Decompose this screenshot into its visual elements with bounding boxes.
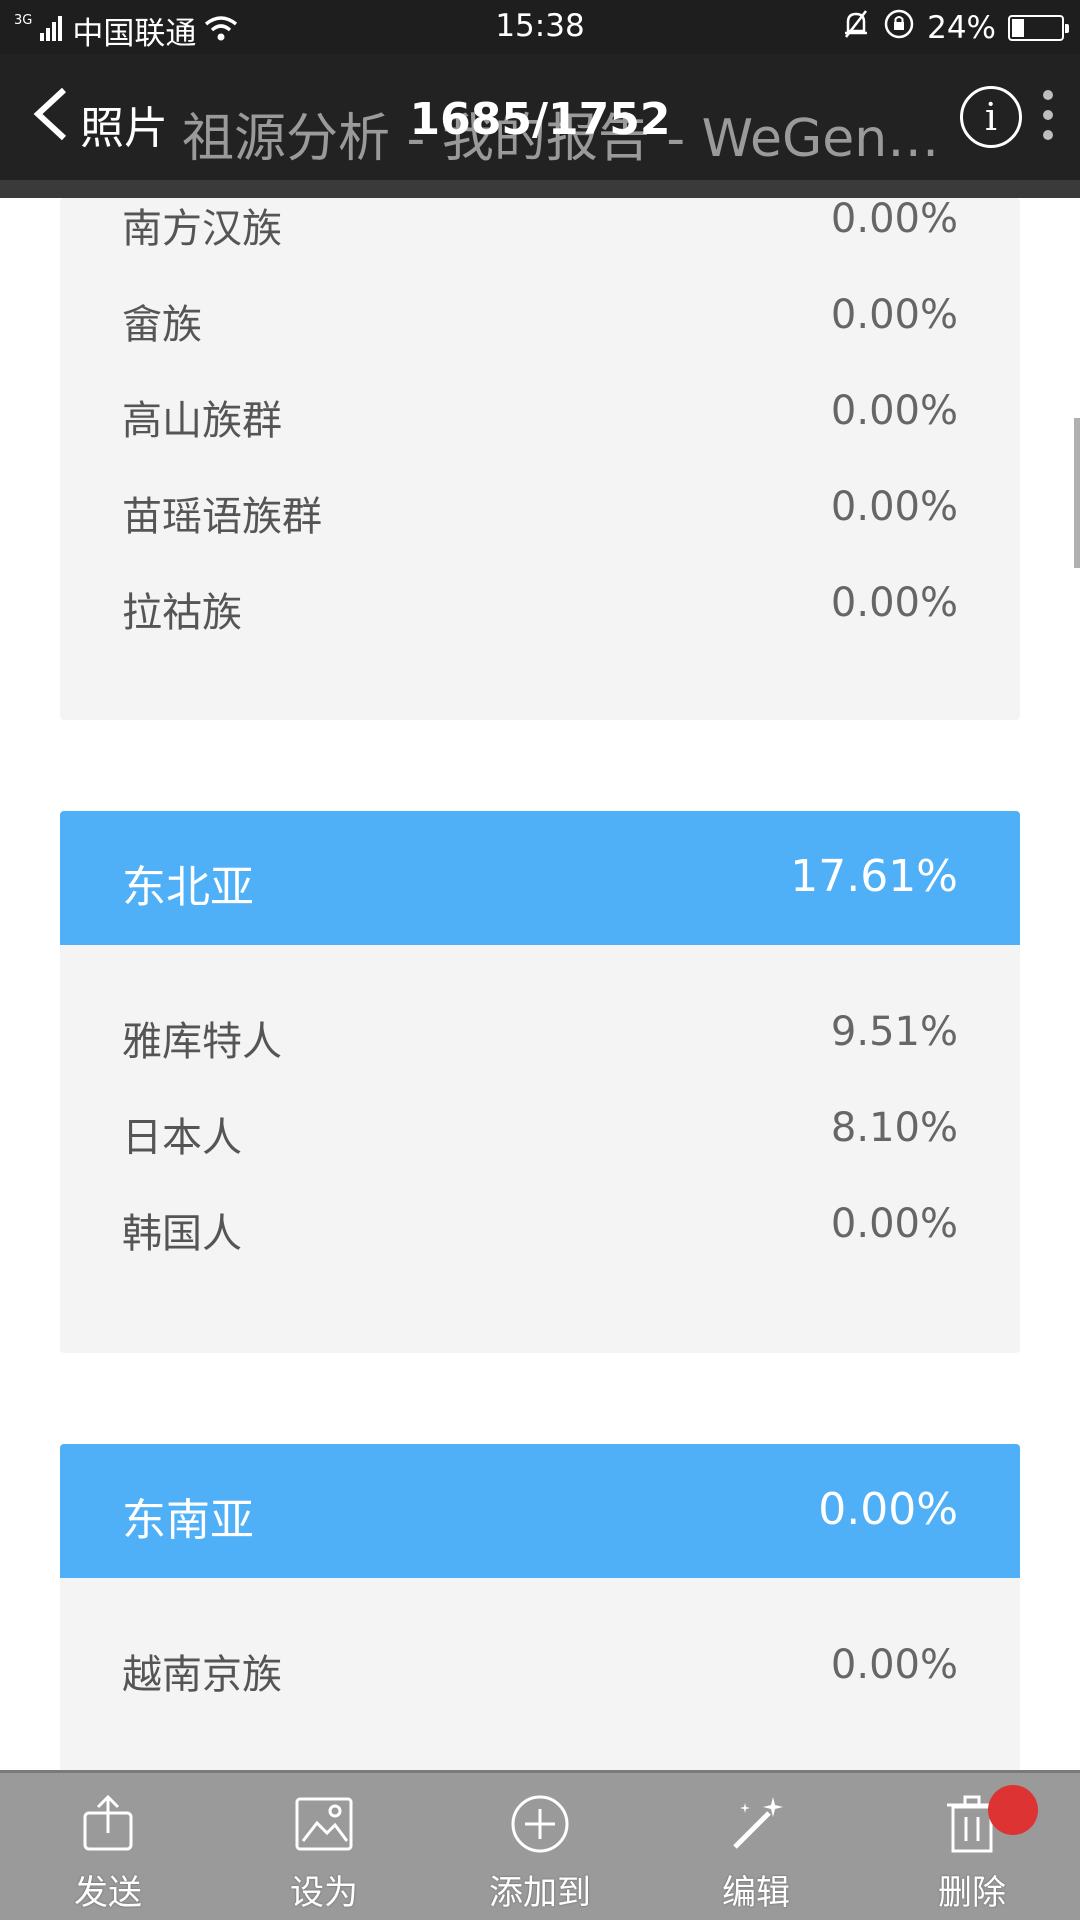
section-percent: 0.00% [818, 1484, 958, 1535]
population-percent: 0.00% [830, 388, 958, 434]
delete-label: 删除 [938, 1873, 1006, 1913]
list-item: 雅库特人 9.51% [60, 985, 1020, 1081]
battery-icon [1008, 15, 1069, 41]
population-percent: 0.00% [830, 292, 958, 338]
population-name: 日本人 [122, 1115, 242, 1161]
list-item: 拉祜族 0.00% [60, 556, 1020, 652]
list-item: 苗瑶语族群 0.00% [60, 460, 1020, 556]
magic-wand-icon [725, 1793, 787, 1855]
more-options-icon[interactable] [1040, 90, 1056, 150]
add-to-label: 添加到 [489, 1873, 591, 1913]
mute-bell-icon [841, 9, 871, 47]
population-percent: 0.00% [830, 484, 958, 530]
photo-toolbar: 发送 设为 添加到 编辑 删除 [0, 1770, 1080, 1920]
section-header-northeast-asia[interactable]: 东北亚 17.61% [60, 811, 1020, 945]
photo-counter: 1685/1752 [409, 94, 671, 145]
population-percent: 0.00% [830, 1201, 958, 1247]
image-icon [293, 1793, 355, 1855]
list-item: 日本人 8.10% [60, 1081, 1020, 1177]
list-item: 南方汉族 0.00% [60, 172, 1020, 268]
set-as-label: 设为 [290, 1873, 358, 1913]
population-name: 苗瑶语族群 [122, 494, 322, 540]
list-item: 韩国人 0.00% [60, 1177, 1020, 1273]
population-name: 畲族 [122, 302, 202, 348]
population-name: 南方汉族 [122, 206, 282, 252]
info-button[interactable]: i [960, 86, 1022, 148]
add-circle-icon [509, 1793, 571, 1855]
population-percent: 0.00% [830, 196, 958, 242]
rotation-lock-icon [883, 8, 915, 48]
population-name: 越南京族 [122, 1652, 282, 1698]
battery-percent: 24% [927, 10, 996, 46]
population-percent: 0.00% [830, 1642, 958, 1688]
list-item: 高山族群 0.00% [60, 364, 1020, 460]
population-percent: 0.00% [830, 580, 958, 626]
population-percent: 8.10% [830, 1105, 958, 1151]
list-item: 越南京族 0.00% [60, 1618, 1020, 1714]
notification-badge [988, 1785, 1038, 1835]
population-name: 雅库特人 [122, 1019, 282, 1065]
section-percent: 17.61% [790, 851, 958, 902]
section-card-south-china: 南方汉族 0.00% 畲族 0.00% 高山族群 0.00% 苗瑶语族群 0.0… [60, 196, 1020, 720]
share-icon [77, 1793, 139, 1855]
section-title: 东北亚 [122, 862, 254, 913]
population-percent: 9.51% [830, 1009, 958, 1055]
send-button[interactable]: 发送 [28, 1793, 188, 1914]
set-as-button[interactable]: 设为 [244, 1793, 404, 1914]
status-bar: 3G 中国联通 15:38 24% [0, 0, 1080, 54]
section-header-southeast-asia[interactable]: 东南亚 0.00% [60, 1444, 1020, 1578]
list-item: 畲族 0.00% [60, 268, 1020, 364]
population-name: 高山族群 [122, 398, 282, 444]
edit-label: 编辑 [722, 1873, 790, 1913]
population-name: 拉祜族 [122, 590, 242, 636]
section-title: 东南亚 [122, 1495, 254, 1546]
add-to-button[interactable]: 添加到 [460, 1793, 620, 1914]
viewer-header: 照片 祖源分析 - 我的报告 - WeGene... 1685/1752 i [0, 54, 1080, 180]
delete-button[interactable]: 删除 [892, 1785, 1052, 1914]
edit-button[interactable]: 编辑 [676, 1793, 836, 1914]
population-name: 韩国人 [122, 1211, 242, 1257]
section-card-northeast-asia: 雅库特人 9.51% 日本人 8.10% 韩国人 0.00% [60, 945, 1020, 1353]
scrollbar-thumb[interactable] [1074, 418, 1080, 568]
send-label: 发送 [74, 1873, 142, 1913]
